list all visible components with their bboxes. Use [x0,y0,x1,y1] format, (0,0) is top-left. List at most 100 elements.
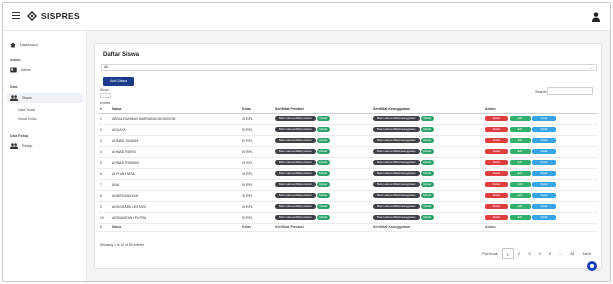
detail-button[interactable]: Detail [532,171,556,176]
add-siswa-button[interactable]: Add Siswa [103,77,134,86]
delete-button[interactable]: Delete [485,204,508,209]
sidebar-section-admin: Admin [10,58,21,62]
upload-button[interactable]: Upload [420,149,434,154]
delete-button[interactable]: Delete [485,215,508,220]
pagination-page[interactable]: 5 [545,248,555,259]
edit-button[interactable]: Edit [509,138,531,143]
delete-button[interactable]: Delete [485,127,508,132]
sidebar-item-rekap[interactable]: Rekap [10,143,32,149]
upload-button[interactable]: Upload [316,182,330,187]
upload-button[interactable]: Upload [316,204,330,209]
upload-button[interactable]: Upload [420,127,434,132]
upload-button[interactable]: Upload [420,193,434,198]
upload-button[interactable]: Upload [420,116,434,121]
pagination-previous[interactable]: Previous [478,248,502,259]
upload-button[interactable]: Upload [316,215,330,220]
upload-button[interactable]: Upload [420,138,434,143]
column-header-membership-cert[interactable]: Sertifikat Keanggotaan [371,105,483,114]
pagination-next[interactable]: Next [579,248,595,259]
student-class: XI RPL [240,168,273,180]
id-card-icon [10,67,17,73]
achievement-cert-cell: Belum ada sertifikat prestasi Upload [273,113,371,125]
detail-button[interactable]: Detail [532,204,556,209]
action-cell: Delete Edit Detail [483,212,598,224]
upload-button[interactable]: Upload [420,171,434,176]
edit-button[interactable]: Edit [509,182,531,187]
delete-button[interactable]: Delete [485,116,508,121]
action-cell: Delete Edit Detail [483,157,598,169]
upload-button[interactable]: Upload [316,116,330,121]
detail-button[interactable]: Detail [532,138,556,143]
sidebar-item-dashboard[interactable]: Dashboard [10,42,38,48]
pagination-page[interactable]: 4 [535,248,545,259]
upload-button[interactable]: Upload [316,138,330,143]
student-name: ADIJAYA [110,124,240,136]
column-header-action: Action [483,105,598,114]
row-number: 1 [98,113,110,125]
status-badge: Belum ada sertifikat prestasi [275,138,316,143]
table-row: 7 ANA XI RPL Belum ada sertifikat prestasi U… [98,179,598,191]
detail-button[interactable]: Detail [532,193,556,198]
edit-button[interactable]: Edit [509,149,531,154]
status-badge: Belum ada sertifikat keanggotaan [373,193,420,198]
student-class: XI RPL [240,179,273,191]
delete-button[interactable]: Delete [485,182,508,187]
pagination-page[interactable]: 3 [524,248,534,259]
action-cell: Delete Edit Detail [483,124,598,136]
row-number: 8 [98,190,110,202]
chevron-down-icon: ⌄ [588,66,592,70]
column-footer-membership-cert: Sertifikat Keanggotaan [371,222,483,232]
upload-button[interactable]: Upload [420,182,434,187]
column-header-achievement-cert[interactable]: Sertifikat Prestasi [273,105,371,114]
table-row: 2 ADIJAYA XI RPL Belum ada sertifikat prest… [98,124,598,136]
sidebar-subitem-2[interactable]: Siswa Kelas [18,117,36,121]
upload-button[interactable]: Upload [316,149,330,154]
status-badge: Belum ada sertifikat keanggotaan [373,116,420,121]
detail-button[interactable]: Detail [532,215,556,220]
delete-button[interactable]: Delete [485,171,508,176]
edit-button[interactable]: Edit [509,116,531,121]
student-class: XI RPL [240,212,273,224]
upload-button[interactable]: Upload [420,204,434,209]
edit-button[interactable]: Edit [509,193,531,198]
edit-button[interactable]: Edit [509,215,531,220]
detail-button[interactable]: Detail [532,182,556,187]
delete-button[interactable]: Delete [485,149,508,154]
detail-button[interactable]: Detail [532,116,556,121]
detail-button[interactable]: Detail [532,127,556,132]
page-title: Daftar Siswa [103,52,140,58]
upload-button[interactable]: Upload [420,215,434,220]
search-input[interactable] [547,87,593,95]
settings-fab-button[interactable] [587,261,597,271]
edit-button[interactable]: Edit [509,127,531,132]
upload-button[interactable]: Upload [420,160,434,165]
upload-button[interactable]: Upload [316,193,330,198]
delete-button[interactable]: Delete [485,193,508,198]
pagination-page[interactable]: 81 [566,248,578,259]
sidebar-subitem-data-siswa[interactable]: Data Siswa [18,108,35,112]
column-header-class[interactable]: Kelas [240,105,273,114]
pagination-page[interactable]: 1 [501,248,515,259]
detail-button[interactable]: Detail [532,149,556,154]
user-icon[interactable] [592,12,600,22]
sidebar-section-data: Data [10,85,18,89]
upload-button[interactable]: Upload [316,171,330,176]
class-filter-select[interactable]: All ⌄ [101,64,597,71]
menu-toggle-icon[interactable] [12,12,20,19]
detail-button[interactable]: Detail [532,160,556,165]
sidebar-item-siswa[interactable]: Siswa [10,95,32,101]
membership-cert-cell: Belum ada sertifikat keanggotaan Upload [371,179,483,191]
sidebar-item-admin[interactable]: Admin [10,67,31,73]
edit-button[interactable]: Edit [509,160,531,165]
upload-button[interactable]: Upload [316,127,330,132]
edit-button[interactable]: Edit [509,204,531,209]
upload-button[interactable]: Upload [316,160,330,165]
edit-button[interactable]: Edit [509,171,531,176]
delete-button[interactable]: Delete [485,160,508,165]
membership-cert-cell: Belum ada sertifikat keanggotaan Upload [371,168,483,180]
column-header-name[interactable]: Nama [110,105,240,114]
delete-button[interactable]: Delete [485,138,508,143]
entries-length-select[interactable] [100,93,111,98]
column-header-number[interactable]: # [98,105,110,114]
pagination-page[interactable]: 2 [514,248,524,259]
